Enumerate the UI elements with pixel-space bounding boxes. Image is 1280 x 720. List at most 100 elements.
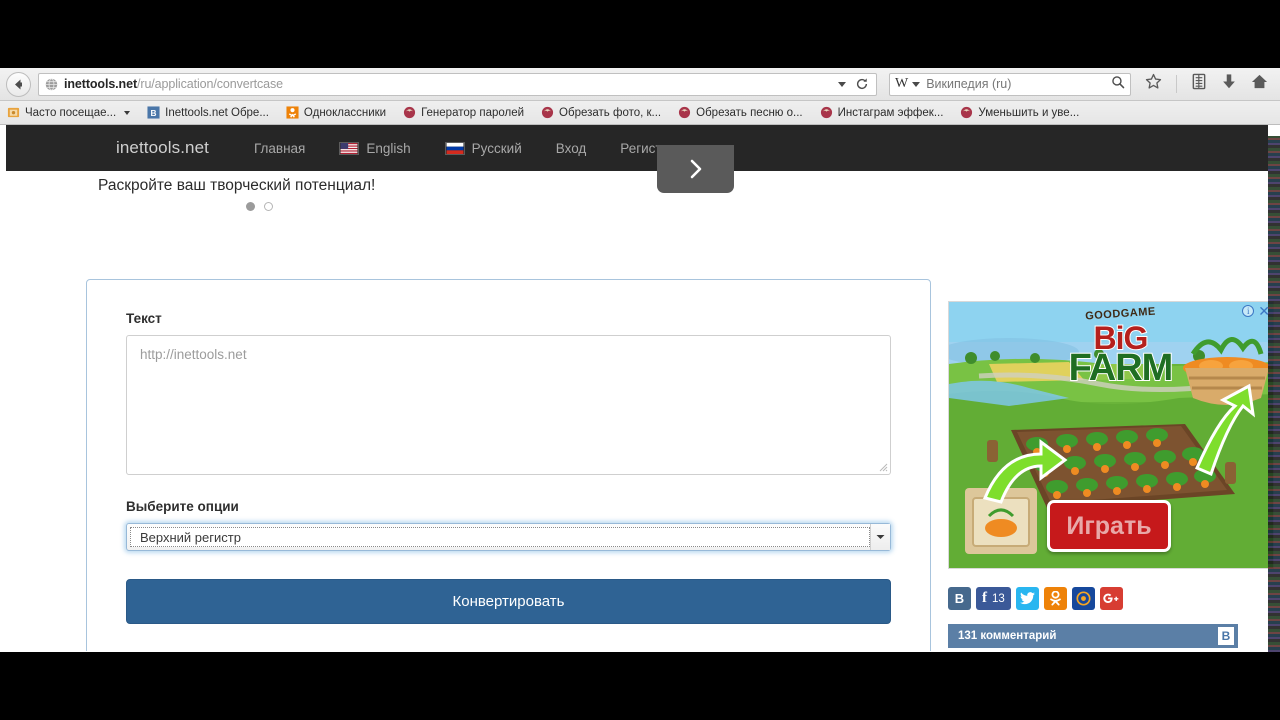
nav-item-english[interactable]: English (322, 141, 427, 156)
site-brand[interactable]: inettools.net (6, 138, 237, 158)
chevron-down-icon (912, 81, 921, 87)
address-bar-url: inettools.net/ru/application/convertcase (64, 77, 283, 91)
odnoklassniki-share-button[interactable] (1043, 587, 1067, 610)
favicon-icon (679, 106, 691, 119)
home-icon (1251, 74, 1268, 89)
resize-grip-icon[interactable] (878, 462, 888, 472)
options-select[interactable]: Верхний регистр (126, 523, 891, 551)
info-icon[interactable]: i (1242, 305, 1255, 317)
bookmark-label: Обрезать песню о... (696, 106, 803, 119)
nav-item-russian[interactable]: Русский (428, 141, 539, 156)
browser-window: inettools.net/ru/application/convertcase… (0, 68, 1280, 652)
text-input[interactable]: http://inettools.net (126, 335, 891, 475)
bookmark-item[interactable]: Уменьшить и уве... (960, 106, 1088, 119)
bookmark-item[interactable]: Обрезать фото, к... (541, 106, 670, 119)
favicon-icon (286, 106, 299, 119)
facebook-icon: f (982, 590, 987, 606)
googleplus-share-button[interactable] (1099, 587, 1123, 610)
ad-cta-button[interactable]: Играть (1047, 500, 1171, 552)
vk-share-button[interactable]: B (948, 587, 971, 610)
search-button[interactable] (1111, 75, 1125, 94)
twitter-share-button[interactable] (1015, 587, 1039, 610)
mailru-share-button[interactable] (1071, 587, 1095, 610)
bookmark-label: Инстаграм эффек... (837, 106, 944, 119)
slider-next-button[interactable] (657, 145, 734, 193)
svg-text:B: B (151, 108, 157, 118)
page-content: Текст http://inettools.net Выберите опци… (6, 219, 1274, 651)
home-button[interactable] (1251, 73, 1268, 95)
facebook-share-button[interactable]: f 13 (976, 587, 1011, 610)
screen: inettools.net/ru/application/convertcase… (0, 0, 1280, 720)
bookmark-item[interactable]: Генератор паролей (403, 106, 533, 119)
google-plus-icon (1103, 593, 1119, 604)
vk-comments-badge: B (1218, 627, 1234, 645)
back-arrow-icon (15, 79, 22, 89)
bookmark-item[interactable]: Часто посещае... (7, 106, 139, 119)
nav-item-home[interactable]: Главная (237, 141, 322, 156)
comments-header[interactable]: 131 комментарий B (948, 624, 1238, 648)
sidebar: GOODGAME BiG FARM Играть i ✕ B f 13 131 … (948, 301, 1274, 648)
slider-dots (246, 202, 273, 211)
favicon-icon (541, 106, 554, 119)
text-field-label: Текст (126, 311, 162, 326)
nav-item-login[interactable]: Вход (539, 141, 604, 156)
star-icon (1145, 73, 1162, 89)
search-engine-selector[interactable]: W (895, 76, 921, 91)
advertisement-banner[interactable]: GOODGAME BiG FARM Играть i ✕ (948, 301, 1274, 569)
bookmark-item[interactable]: B Inettools.net Обре... (147, 106, 278, 119)
address-bar[interactable]: inettools.net/ru/application/convertcase (38, 72, 877, 96)
ru-flag-icon (444, 141, 465, 155)
bookmark-star-button[interactable] (1145, 73, 1162, 95)
bookmark-label: Inettools.net Обре... (165, 106, 269, 119)
chevron-down-icon (124, 110, 131, 115)
bookmark-label: Часто посещае... (25, 106, 117, 119)
bookmark-item[interactable]: Обрезать песню о... (678, 106, 811, 119)
back-button[interactable] (6, 71, 31, 97)
search-input[interactable]: Википедия (ru) (926, 77, 1111, 91)
options-field-label: Выберите опции (126, 499, 239, 514)
url-domain: inettools.net (64, 77, 138, 91)
comments-count-label: 131 комментарий (958, 630, 1057, 642)
converter-panel: Текст http://inettools.net Выберите опци… (86, 279, 931, 651)
globe-icon (45, 77, 58, 91)
twitter-icon (1019, 592, 1035, 605)
wikipedia-icon: W (895, 76, 909, 91)
reading-list-button[interactable] (1191, 73, 1207, 95)
bookmark-label: Одноклассники (303, 106, 387, 119)
toolbar-divider (1176, 75, 1177, 93)
slider-dot-active[interactable] (246, 202, 255, 211)
ad-logo: GOODGAME BiG FARM (1053, 306, 1188, 390)
close-icon[interactable]: ✕ (1258, 304, 1270, 318)
chevron-down-icon[interactable] (838, 81, 846, 87)
slider-strip: Раскройте ваш творческий потенциал! (6, 145, 1268, 219)
bookmark-item[interactable]: Одноклассники (286, 106, 395, 119)
slider-dot[interactable] (264, 202, 273, 211)
address-bar-actions (838, 77, 872, 91)
reload-button[interactable] (855, 77, 869, 91)
downloads-button[interactable] (1221, 73, 1237, 95)
site-navbar: inettools.net Главная English Русский Вх… (6, 125, 1268, 171)
nav-label: Русский (471, 140, 522, 156)
bookmark-item[interactable]: Инстаграм эффек... (820, 106, 953, 119)
folder-icon (7, 107, 20, 118)
chevron-down-icon (876, 535, 885, 539)
us-flag-icon (339, 141, 360, 155)
url-path: /ru/application/convertcase (137, 77, 284, 91)
chevron-right-icon (690, 159, 701, 179)
facebook-share-count: 13 (992, 592, 1005, 605)
convert-button[interactable]: Конвертировать (126, 579, 891, 624)
slider-caption: Раскройте ваш творческий потенциал! (98, 177, 376, 194)
favicon-icon: B (147, 106, 160, 119)
video-artifact-strip (1268, 136, 1280, 652)
browser-toolbar: inettools.net/ru/application/convertcase… (0, 68, 1280, 101)
bookmark-label: Уменьшить и уве... (978, 106, 1080, 119)
search-bar[interactable]: W Википедия (ru) (889, 72, 1131, 96)
nav-label: Вход (555, 140, 587, 156)
ad-controls: i ✕ (1242, 304, 1270, 318)
reading-list-icon (1192, 73, 1206, 90)
select-dropdown-arrow[interactable] (870, 524, 890, 550)
download-icon (1223, 74, 1235, 89)
mailru-icon (1076, 591, 1091, 606)
bookmark-label: Генератор паролей (421, 106, 525, 119)
letterbox-top (0, 0, 1280, 68)
